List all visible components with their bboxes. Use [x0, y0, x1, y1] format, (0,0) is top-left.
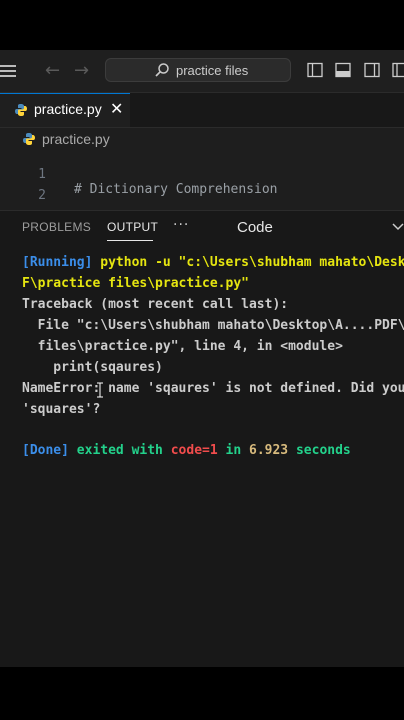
back-arrow-icon[interactable]: ←: [45, 60, 60, 81]
tab-output[interactable]: OUTPUT: [107, 220, 158, 234]
elapsed-time: 6.923: [249, 443, 289, 458]
panel-tab-bar: PROBLEMS OUTPUT ··· Code: [0, 211, 404, 245]
close-tab-icon[interactable]: ✕: [110, 99, 123, 118]
output-line: 'squares'?: [22, 402, 101, 417]
breadcrumb-file[interactable]: practice.py: [42, 131, 110, 147]
tab-label: practice.py: [34, 101, 102, 117]
output-line: Traceback (most recent call last):: [22, 297, 289, 312]
toggle-primary-sidebar-icon[interactable]: [307, 62, 323, 78]
output-line: [Done] exited with code=1 in 6.923 secon…: [22, 443, 351, 458]
search-icon: [155, 63, 169, 77]
python-file-icon: [23, 133, 35, 145]
breadcrumb: practice.py: [0, 128, 404, 150]
more-actions-icon[interactable]: ···: [173, 217, 189, 233]
toggle-secondary-sidebar-icon[interactable]: [364, 62, 380, 78]
code-line: 1 # Dictionary Comprehension: [0, 152, 404, 197]
title-bar: ← → practice files: [0, 50, 404, 93]
exit-code: code=1: [170, 443, 218, 458]
output-console[interactable]: [Running] python -u "c:\Users\shubham ma…: [0, 245, 404, 667]
customize-layout-icon[interactable]: [392, 62, 404, 78]
toggle-panel-icon[interactable]: [335, 62, 351, 78]
bottom-panel: PROBLEMS OUTPUT ··· Code [Running] pytho…: [0, 210, 404, 667]
done-label: [Done]: [22, 443, 69, 458]
tab-problems[interactable]: PROBLEMS: [22, 220, 91, 234]
run-command: python -u "c:\Users\shubham mahato\Deskt…: [100, 255, 404, 270]
code-editor[interactable]: 1 # Dictionary Comprehension 2 squares =…: [0, 150, 404, 239]
command-center-search[interactable]: practice files: [105, 58, 291, 82]
editor-tab-bar: practice.py ✕: [0, 93, 404, 128]
code-line: 2: [0, 173, 404, 203]
python-file-icon: [15, 104, 27, 116]
chevron-down-icon[interactable]: [392, 221, 404, 233]
output-line: print(sqaures): [22, 360, 163, 375]
output-line: files\practice.py", line 4, in <module>: [22, 339, 343, 354]
text-cursor-icon: [97, 382, 103, 398]
forward-arrow-icon[interactable]: →: [74, 60, 89, 81]
tab-practice-py[interactable]: practice.py ✕: [0, 93, 130, 127]
running-label: [Running]: [22, 255, 93, 270]
output-line: [Running] python -u "c:\Users\shubham ma…: [22, 255, 404, 276]
output-line: File "c:\Users\shubham mahato\Desktop\A.…: [37, 318, 404, 333]
search-label: practice files: [176, 63, 249, 78]
vscode-window: ← → practice files practice.py ✕ practic…: [0, 50, 404, 667]
output-channel-select[interactable]: Code: [237, 219, 273, 236]
active-tab-indicator: [107, 240, 153, 241]
output-line: NameError: name 'sqaures' is not defined…: [22, 381, 404, 396]
output-line: F\practice files\practice.py": [22, 276, 249, 291]
hamburger-menu-icon[interactable]: [0, 65, 16, 77]
